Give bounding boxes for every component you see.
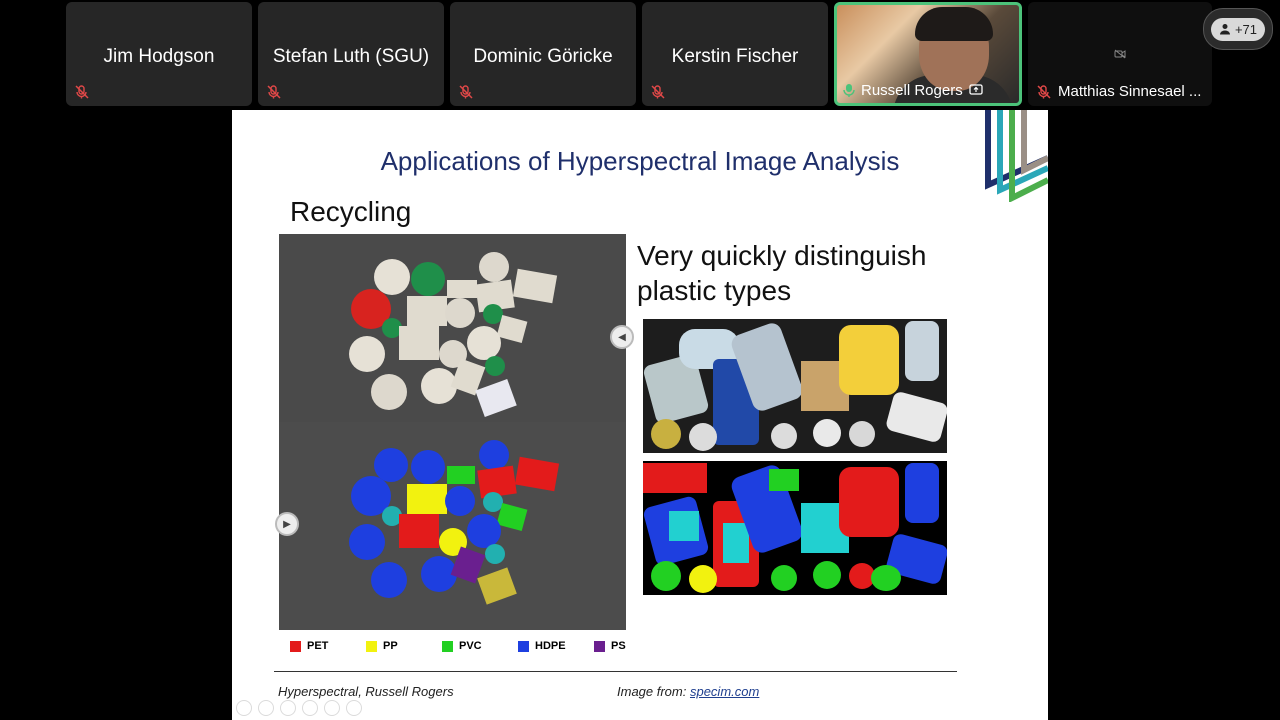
share-screen-icon — [969, 84, 983, 95]
participant-tile[interactable]: Dominic Göricke — [450, 2, 636, 106]
participant-count-pill: +71 — [1210, 17, 1266, 41]
legend-item: PS — [594, 640, 670, 652]
participant-tile[interactable]: Stefan Luth (SGU) — [258, 2, 444, 106]
legend-label: PET — [307, 640, 329, 652]
footer-divider — [274, 671, 957, 672]
participant-name: Dominic Göricke — [473, 46, 613, 67]
participant-name: Russell Rogers — [861, 81, 963, 99]
slide-caption: Very quickly distinguish plastic types — [637, 240, 927, 306]
footer-source: Image from: specim.com — [617, 684, 759, 699]
participant-tile[interactable]: Matthias Sinnesael ... — [1028, 2, 1212, 106]
legend-item: PVC — [442, 640, 518, 652]
legend-label: PP — [383, 640, 398, 652]
legend-item: PET — [290, 640, 366, 652]
legend-swatch — [290, 640, 301, 652]
legend-swatch — [518, 640, 529, 652]
previous-image-arrow[interactable]: ◀ — [610, 325, 634, 349]
speaker-label: Russell Rogers — [843, 79, 1013, 101]
person-icon — [1219, 24, 1230, 35]
source-link[interactable]: specim.com — [690, 684, 759, 699]
legend-item: PP — [366, 640, 442, 652]
toolbar-copy-icon[interactable] — [302, 700, 318, 716]
participant-count: +71 — [1234, 21, 1258, 37]
classified-plastics-image — [279, 422, 626, 630]
legend-swatch — [366, 640, 377, 652]
shared-slide: Applications of Hyperspectral Image Anal… — [232, 110, 1048, 720]
toolbar-back-icon[interactable] — [236, 700, 252, 716]
speaker-video-hair — [915, 7, 993, 41]
mic-muted-icon — [1037, 84, 1051, 99]
legend-swatch — [442, 640, 453, 652]
toolbar-more-icon[interactable] — [346, 700, 362, 716]
mic-muted-icon — [459, 85, 473, 99]
participant-name: Jim Hodgson — [103, 46, 215, 67]
participant-name: Kerstin Fischer — [671, 46, 799, 67]
participant-label: Matthias Sinnesael ... — [1036, 83, 1201, 100]
legend-item: HDPE — [518, 640, 594, 652]
participant-name: Stefan Luth (SGU) — [272, 46, 430, 67]
slide-title: Applications of Hyperspectral Image Anal… — [380, 146, 900, 176]
plastic-type-legend: PET PP PVC HDPE PS — [290, 640, 670, 652]
classified-bottles-image — [643, 461, 947, 595]
more-participants-button[interactable]: +71 — [1203, 8, 1273, 50]
mic-muted-icon — [75, 85, 89, 99]
raw-plastics-photo — [279, 234, 626, 422]
participant-name: Matthias Sinnesael ... — [1058, 83, 1202, 100]
active-speaker-tile[interactable]: Russell Rogers — [834, 2, 1022, 106]
slide-mini-toolbar — [236, 700, 362, 716]
toolbar-forward-icon[interactable] — [258, 700, 274, 716]
footer-source-prefix: Image from: — [617, 684, 690, 699]
legend-swatch — [594, 640, 605, 652]
next-image-arrow[interactable]: ▶ — [275, 512, 299, 536]
footer-credit: Hyperspectral, Russell Rogers — [278, 684, 454, 699]
toolbar-pen-icon[interactable] — [280, 700, 296, 716]
camera-off-icon — [1114, 49, 1126, 59]
legend-label: HDPE — [535, 640, 566, 652]
slide-subtitle: Recycling — [290, 196, 412, 227]
legend-label: PS — [611, 640, 626, 652]
bottles-photo — [643, 319, 947, 453]
mic-active-icon — [843, 84, 855, 97]
participant-tile[interactable]: Jim Hodgson — [66, 2, 252, 106]
mic-muted-icon — [267, 85, 281, 99]
legend-label: PVC — [459, 640, 482, 652]
participant-tile[interactable]: Kerstin Fischer — [642, 2, 828, 106]
toolbar-zoom-icon[interactable] — [324, 700, 340, 716]
mic-muted-icon — [651, 85, 665, 99]
